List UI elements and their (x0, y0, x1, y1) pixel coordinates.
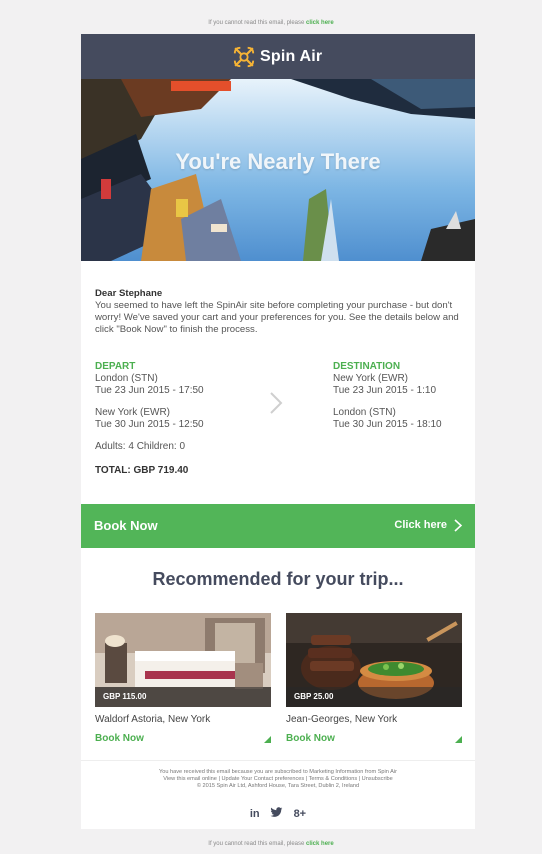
footer-links[interactable]: View this email online | Update Your Con… (81, 776, 475, 783)
destination-return-time: Tue 30 Jun 2015 - 18:10 (333, 419, 442, 430)
restaurant-price-badge: GBP 25.00 (286, 687, 462, 707)
book-now-banner[interactable]: Book Now Click here (81, 504, 475, 548)
linkedin-icon[interactable]: in (250, 808, 260, 820)
footer-address: © 2015 Spin Air Ltd, Ashford House, Tara… (196, 783, 360, 789)
destination-out-time: Tue 23 Jun 2015 - 1:10 (333, 385, 437, 396)
destination-return-place: London (STN) (333, 407, 396, 418)
destination-column: DESTINATION New York (EWR) Tue 23 Jun 20… (333, 361, 473, 431)
recommendation-card-hotel[interactable]: GBP 115.00 Waldorf Astoria, New York Boo… (95, 613, 271, 744)
hotel-price-badge: GBP 115.00 (95, 687, 271, 707)
depart-out-place: London (STN) (95, 373, 158, 384)
email-content: Dear Stephane You seemed to have left th… (81, 34, 475, 829)
hotel-room-image[interactable]: GBP 115.00 (95, 613, 271, 707)
restaurant-name: Jean-Georges, New York (286, 714, 398, 725)
bottom-note: If you cannot read this email, please cl… (208, 841, 334, 847)
chevron-right-icon (270, 392, 283, 414)
depart-return-place: New York (EWR) (95, 407, 171, 418)
depart-return-time: Tue 30 Jun 2015 - 12:50 (95, 419, 204, 430)
greeting-name: Dear Stephane (95, 288, 163, 299)
bottom-click-here-link[interactable]: click here (306, 841, 334, 847)
depart-out-time: Tue 23 Jun 2015 - 17:50 (95, 385, 204, 396)
corner-triangle-icon (264, 736, 271, 743)
recommended-title: Recommended for your trip... (152, 569, 404, 589)
twitter-icon[interactable] (270, 807, 283, 818)
recommendation-card-restaurant[interactable]: GBP 25.00 Jean-Georges, New York Book No… (286, 613, 462, 744)
footer-divider (81, 760, 475, 761)
restaurant-dish-image[interactable]: GBP 25.00 (286, 613, 462, 707)
corner-triangle-icon (455, 736, 462, 743)
top-click-here-link[interactable]: click here (306, 20, 334, 26)
destination-out-place: New York (EWR) (333, 373, 409, 384)
total-price: TOTAL: GBP 719.40 (95, 465, 189, 476)
google-plus-icon[interactable]: 8+ (294, 808, 307, 820)
greeting-body: You seemed to have left the SpinAir site… (95, 300, 459, 335)
passenger-count: Adults: 4 Children: 0 (95, 441, 186, 452)
footer-subscription-note: You have received this email because you… (159, 769, 397, 775)
depart-heading: DEPART (95, 361, 136, 372)
depart-column: DEPART London (STN) Tue 23 Jun 2015 - 17… (95, 361, 255, 431)
social-links: in 8+ (81, 804, 475, 822)
destination-heading: DESTINATION (333, 361, 401, 372)
chevron-right-icon[interactable] (454, 519, 462, 532)
greeting-block: Dear Stephane You seemed to have left th… (95, 288, 463, 336)
top-note: If you cannot read this email, please cl… (208, 20, 334, 26)
book-now-label[interactable]: Book Now (94, 518, 158, 533)
hotel-book-now-link[interactable]: Book Now (95, 733, 271, 744)
footer-text: You have received this email because you… (81, 769, 475, 790)
restaurant-book-now-link[interactable]: Book Now (286, 733, 462, 744)
click-here-link[interactable]: Click here (394, 519, 447, 531)
hotel-name: Waldorf Astoria, New York (95, 714, 211, 725)
